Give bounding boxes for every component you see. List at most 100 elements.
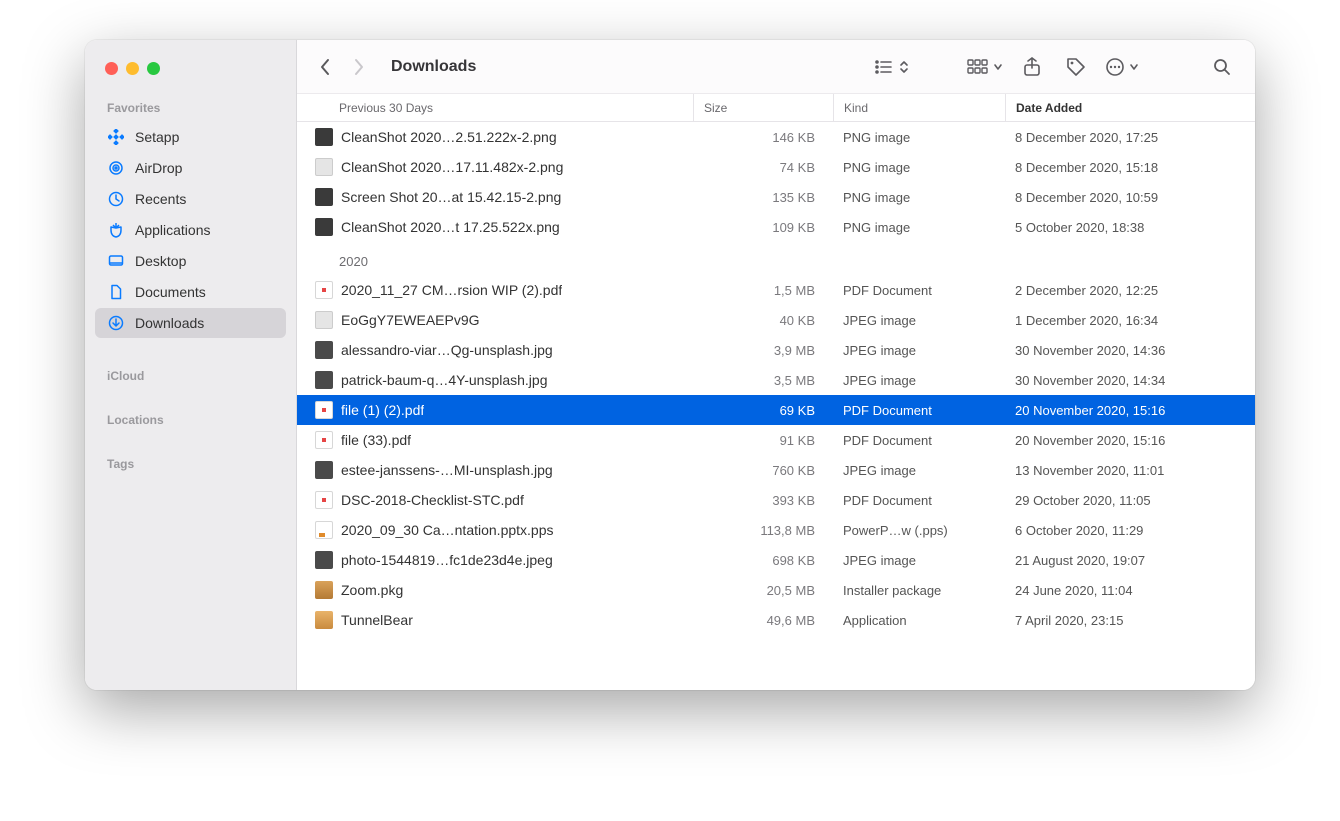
file-kind: JPEG image: [833, 463, 1005, 478]
file-kind: PNG image: [833, 130, 1005, 145]
file-kind: PDF Document: [833, 283, 1005, 298]
tags-button[interactable]: [1061, 52, 1091, 82]
column-kind[interactable]: Kind: [833, 94, 1005, 121]
file-kind: PNG image: [833, 190, 1005, 205]
close-button[interactable]: [105, 62, 118, 75]
sidebar-section-label: Locations: [85, 413, 296, 433]
file-size: 40 KB: [693, 313, 833, 328]
file-size: 91 KB: [693, 433, 833, 448]
file-kind: PDF Document: [833, 403, 1005, 418]
file-kind: Application: [833, 613, 1005, 628]
forward-button[interactable]: [349, 57, 369, 77]
file-date: 5 October 2020, 18:38: [1005, 220, 1255, 235]
group-header: 2020: [297, 242, 1255, 275]
file-row[interactable]: file (33).pdf91 KBPDF Document20 Novembe…: [297, 425, 1255, 455]
file-size: 109 KB: [693, 220, 833, 235]
file-date: 2 December 2020, 12:25: [1005, 283, 1255, 298]
file-list[interactable]: CleanShot 2020…2.51.222x-2.png146 KBPNG …: [297, 122, 1255, 690]
zoom-button[interactable]: [147, 62, 160, 75]
sidebar-item-recents[interactable]: Recents: [95, 184, 286, 214]
back-button[interactable]: [315, 57, 335, 77]
sidebar-item-airdrop[interactable]: AirDrop: [95, 153, 286, 183]
sidebar-item-label: Documents: [135, 284, 206, 300]
file-icon: [315, 551, 333, 569]
column-date[interactable]: Date Added: [1005, 94, 1255, 121]
sidebar: FavoritesSetappAirDropRecentsApplication…: [85, 40, 297, 690]
sidebar-item-desktop[interactable]: Desktop: [95, 246, 286, 276]
file-row[interactable]: CleanShot 2020…17.11.482x-2.png74 KBPNG …: [297, 152, 1255, 182]
file-icon: [315, 218, 333, 236]
file-row[interactable]: estee-janssens-…MI-unsplash.jpg760 KBJPE…: [297, 455, 1255, 485]
sidebar-item-downloads[interactable]: Downloads: [95, 308, 286, 338]
search-button[interactable]: [1207, 52, 1237, 82]
file-kind: Installer package: [833, 583, 1005, 598]
window-title: Downloads: [391, 58, 476, 76]
file-row[interactable]: 2020_09_30 Ca…ntation.pptx.pps113,8 MBPo…: [297, 515, 1255, 545]
applications-icon: [107, 221, 125, 239]
file-size: 74 KB: [693, 160, 833, 175]
file-kind: JPEG image: [833, 553, 1005, 568]
group-by-button[interactable]: [967, 59, 1003, 75]
file-size: 20,5 MB: [693, 583, 833, 598]
file-row[interactable]: Zoom.pkg 20,5 MBInstaller package24 June …: [297, 575, 1255, 605]
file-icon: [315, 491, 333, 509]
file-size: 393 KB: [693, 493, 833, 508]
file-kind: JPEG image: [833, 373, 1005, 388]
file-name: file (33).pdf: [341, 432, 411, 448]
minimize-button[interactable]: [126, 62, 139, 75]
file-icon: [315, 461, 333, 479]
file-date: 8 December 2020, 10:59: [1005, 190, 1255, 205]
column-size[interactable]: Size: [693, 94, 833, 121]
file-date: 30 November 2020, 14:36: [1005, 343, 1255, 358]
column-name[interactable]: Previous 30 Days: [297, 94, 693, 121]
file-row[interactable]: photo-1544819…fc1de23d4e.jpeg698 KBJPEG …: [297, 545, 1255, 575]
file-kind: JPEG image: [833, 313, 1005, 328]
file-date: 1 December 2020, 16:34: [1005, 313, 1255, 328]
file-icon: [315, 341, 333, 359]
file-icon: [315, 158, 333, 176]
file-kind: PNG image: [833, 220, 1005, 235]
file-icon: [315, 401, 333, 419]
sidebar-item-label: Recents: [135, 191, 186, 207]
file-size: 3,5 MB: [693, 373, 833, 388]
file-row[interactable]: Screen Shot 20…at 15.42.15-2.png135 KBPN…: [297, 182, 1255, 212]
file-name: CleanShot 2020…2.51.222x-2.png: [341, 129, 557, 145]
column-header-row: Previous 30 Days Size Kind Date Added: [297, 94, 1255, 122]
chevron-down-icon: [1129, 63, 1139, 71]
file-size: 49,6 MB: [693, 613, 833, 628]
file-row[interactable]: CleanShot 2020…t 17.25.522x.png109 KBPNG…: [297, 212, 1255, 242]
window-controls: [85, 62, 296, 75]
file-row[interactable]: 2020_11_27 CM…rsion WIP (2).pdf1,5 MBPDF…: [297, 275, 1255, 305]
file-row[interactable]: alessandro-viar…Qg-unsplash.jpg3,9 MBJPE…: [297, 335, 1255, 365]
file-name: Zoom.pkg: [341, 582, 403, 598]
file-name: CleanShot 2020…17.11.482x-2.png: [341, 159, 563, 175]
file-row[interactable]: patrick-baum-q…4Y-unsplash.jpg3,5 MBJPEG…: [297, 365, 1255, 395]
file-size: 1,5 MB: [693, 283, 833, 298]
sidebar-item-applications[interactable]: Applications: [95, 215, 286, 245]
sidebar-section-label: Tags: [85, 457, 296, 477]
file-date: 7 April 2020, 23:15: [1005, 613, 1255, 628]
file-row[interactable]: DSC-2018-Checklist-STC.pdf393 KBPDF Docu…: [297, 485, 1255, 515]
file-row[interactable]: file (1) (2).pdf69 KBPDF Document20 Nove…: [297, 395, 1255, 425]
sidebar-item-documents[interactable]: Documents: [95, 277, 286, 307]
share-button[interactable]: [1017, 52, 1047, 82]
file-size: 698 KB: [693, 553, 833, 568]
file-date: 20 November 2020, 15:16: [1005, 433, 1255, 448]
file-icon: [315, 431, 333, 449]
file-date: 6 October 2020, 11:29: [1005, 523, 1255, 538]
file-icon: [315, 581, 333, 599]
more-actions-button[interactable]: [1105, 57, 1139, 77]
file-row[interactable]: TunnelBear49,6 MBApplication7 April 2020…: [297, 605, 1255, 635]
sidebar-item-label: AirDrop: [135, 160, 182, 176]
file-row[interactable]: CleanShot 2020…2.51.222x-2.png146 KBPNG …: [297, 122, 1255, 152]
file-row[interactable]: EoGgY7EWEAEPv9G40 KBJPEG image1 December…: [297, 305, 1255, 335]
sidebar-item-setapp[interactable]: Setapp: [95, 122, 286, 152]
desktop-icon: [107, 252, 125, 270]
file-name: alessandro-viar…Qg-unsplash.jpg: [341, 342, 553, 358]
file-icon: [315, 521, 333, 539]
file-size: 69 KB: [693, 403, 833, 418]
view-mode-button[interactable]: [875, 59, 909, 75]
file-date: 24 June 2020, 11:04: [1005, 583, 1255, 598]
sidebar-item-label: Desktop: [135, 253, 186, 269]
sidebar-item-label: Applications: [135, 222, 211, 238]
